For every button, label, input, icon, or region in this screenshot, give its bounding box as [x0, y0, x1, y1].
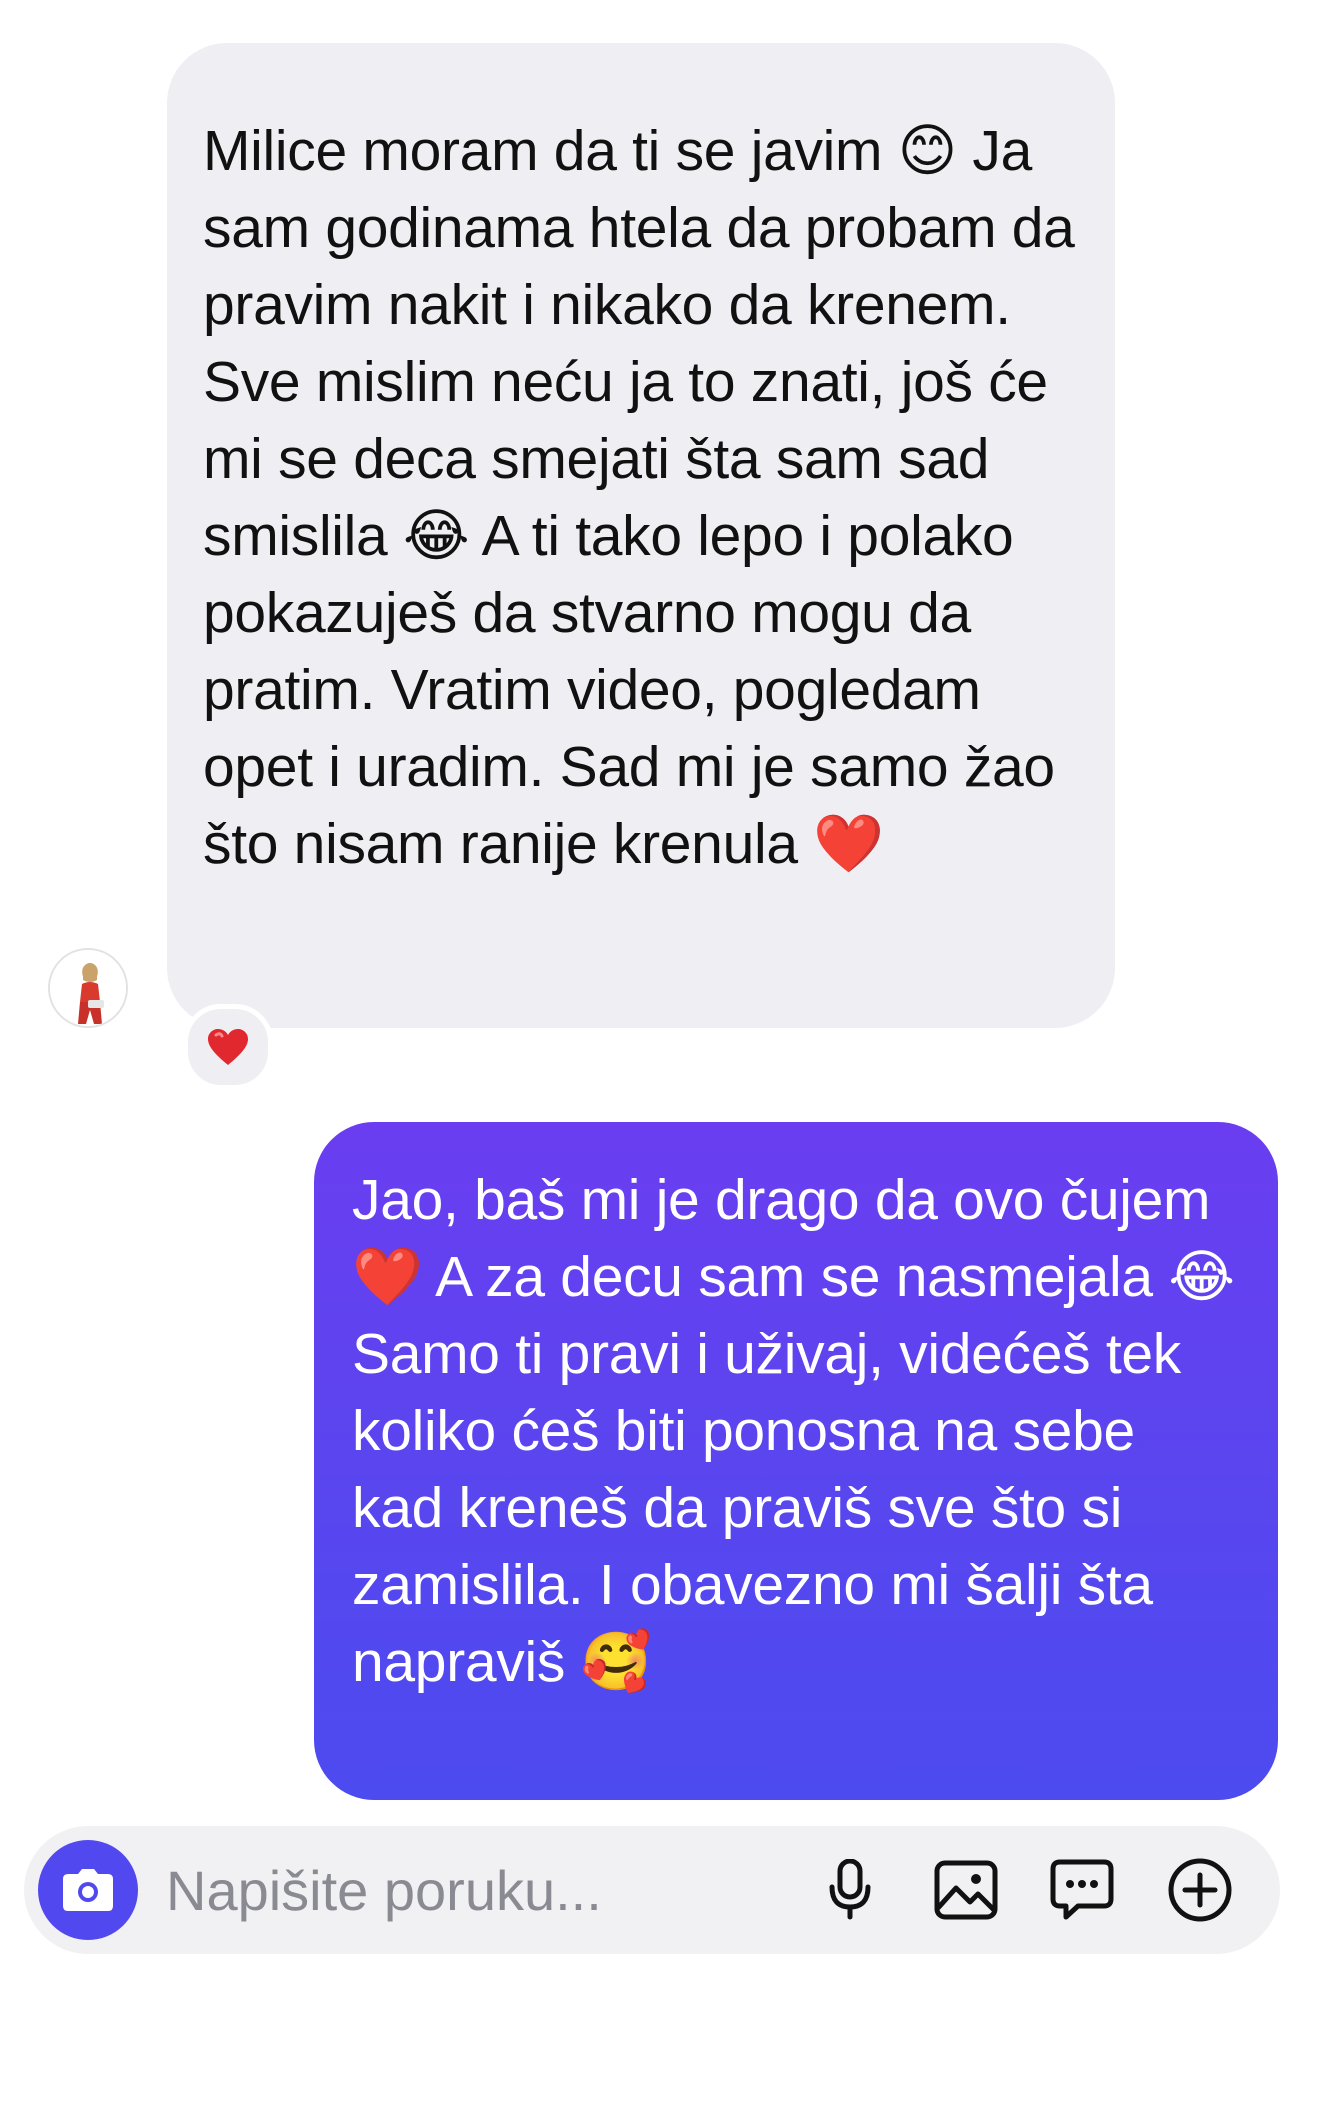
- microphone-button[interactable]: [814, 1854, 886, 1926]
- reaction-badge[interactable]: [183, 1004, 273, 1090]
- message-input[interactable]: [166, 1854, 666, 1926]
- plus-circle-icon: [1168, 1858, 1232, 1922]
- avatar-photo: [50, 950, 126, 1026]
- message-thread: Milice moram da ti se javim 😊 Ja sam god…: [0, 0, 1320, 1820]
- add-button[interactable]: [1164, 1854, 1236, 1926]
- gallery-button[interactable]: [930, 1854, 1002, 1926]
- message-composer: [24, 1826, 1280, 1954]
- microphone-icon: [829, 1859, 871, 1920]
- camera-button[interactable]: [38, 1840, 138, 1940]
- image-icon: [934, 1860, 998, 1920]
- heart-icon: [208, 1029, 248, 1065]
- incoming-message-bubble[interactable]: Milice moram da ti se javim 😊 Ja sam god…: [167, 43, 1115, 1028]
- chat-bubble-icon: [1050, 1859, 1114, 1920]
- outgoing-message-bubble[interactable]: Jao, baš mi je drago da ovo čujem ❤️ A z…: [314, 1122, 1278, 1800]
- sender-avatar[interactable]: [48, 948, 128, 1028]
- sticker-button[interactable]: [1046, 1854, 1118, 1926]
- camera-icon: [63, 1869, 113, 1911]
